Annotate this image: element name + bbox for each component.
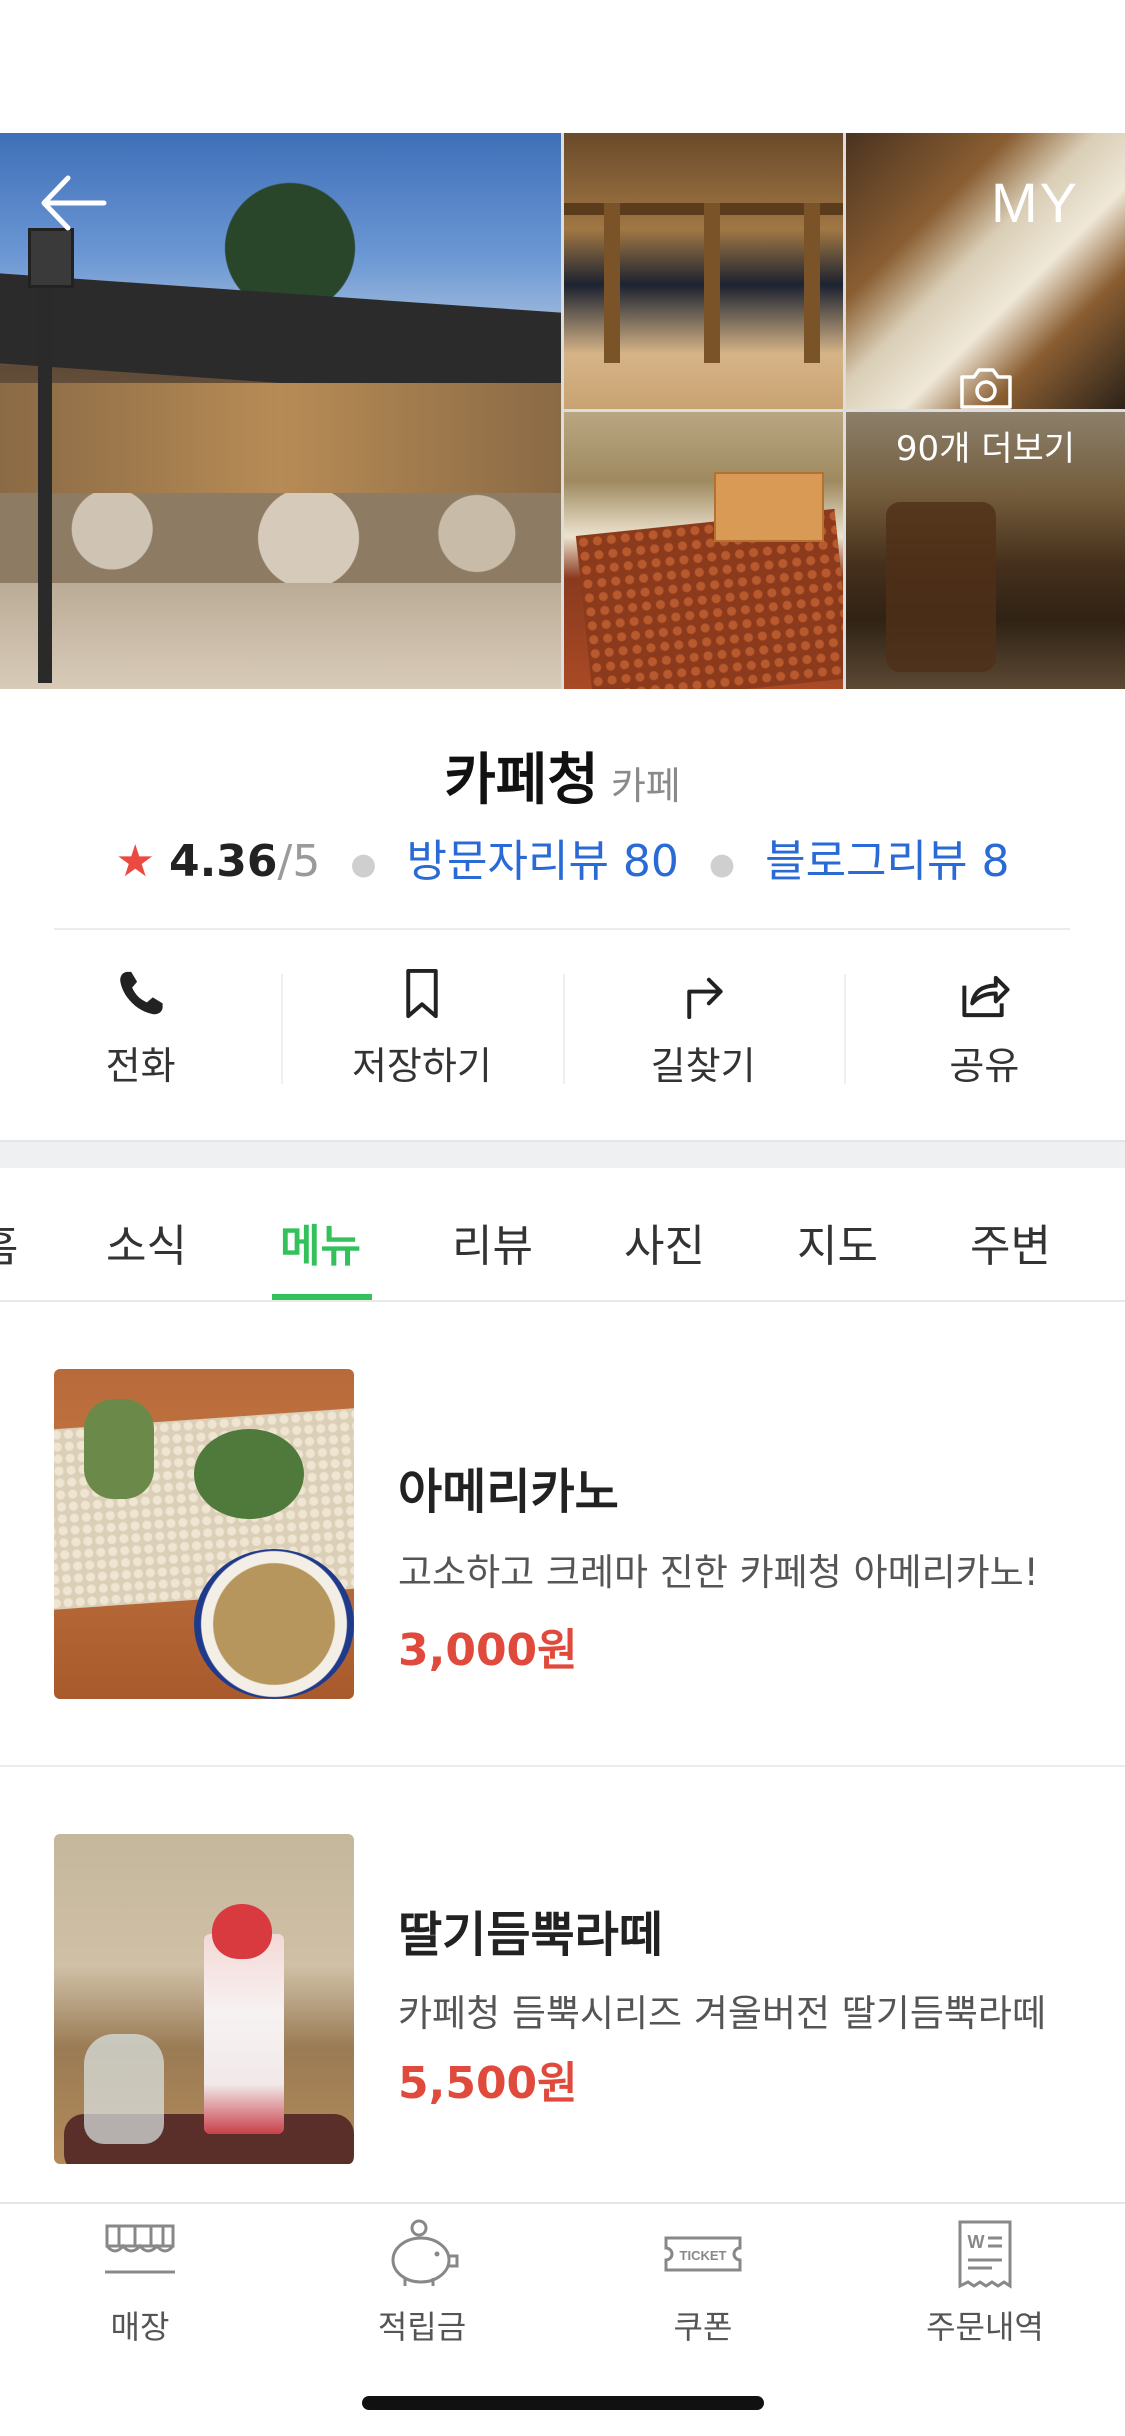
menu-item-name: 딸기듬뿍라떼 [398, 1907, 663, 1963]
nav-orders-label: 주문내역 [926, 2308, 1044, 2346]
photo-detail [714, 472, 824, 542]
menu-item[interactable]: 아메리카노 고소하고 크레마 진한 카페청 아메리카노! 3,000원 [0, 1302, 1125, 1762]
photo-detail [38, 243, 52, 683]
photo-detail [212, 1904, 272, 1959]
tab-home[interactable]: 홈 [0, 1210, 18, 1274]
tab-menu[interactable]: 메뉴 [280, 1210, 361, 1274]
photo-detail [194, 1549, 354, 1699]
tab-photos[interactable]: 사진 [624, 1210, 705, 1274]
photo-detail [84, 2034, 164, 2144]
share-icon [962, 975, 1010, 1018]
piggy-bank-icon [391, 2219, 459, 2286]
menu-item-name: 아메리카노 [398, 1464, 619, 1520]
share-label: 공유 [949, 1044, 1020, 1088]
my-button[interactable]: MY [991, 170, 1079, 235]
more-photos-button[interactable]: 90개 더보기 [846, 279, 1125, 556]
star-icon: ★ [115, 836, 155, 887]
directions-icon [687, 977, 723, 1020]
photo-detail [194, 1429, 304, 1519]
nav-store[interactable]: 매장 [30, 2216, 250, 2348]
separator-dot: ● [708, 846, 736, 882]
place-title: 카페청 카페 [0, 735, 1125, 816]
photo-detail [704, 203, 720, 363]
photo-detail [28, 228, 74, 288]
call-button[interactable]: 전화 [0, 960, 281, 1090]
directions-label: 길찾기 [650, 1044, 756, 1088]
save-button[interactable]: 저장하기 [281, 960, 562, 1090]
photo-detail [804, 203, 820, 363]
photo-thumbnail[interactable] [564, 133, 843, 409]
menu-item-photo [54, 1834, 354, 2164]
receipt-icon: W [958, 2220, 1012, 2289]
nav-store-label: 매장 [110, 2308, 170, 2346]
photo-detail [0, 493, 561, 583]
nav-orders[interactable]: W 주문내역 [875, 2216, 1095, 2348]
nav-points-label: 적립금 [377, 2308, 467, 2346]
active-tab-indicator [272, 1294, 372, 1300]
tab-map[interactable]: 지도 [797, 1210, 878, 1274]
more-photos-label: 90개 더보기 [895, 429, 1076, 469]
photo-detail [84, 1399, 154, 1499]
home-indicator[interactable] [362, 2396, 764, 2410]
place-category: 카페 [610, 764, 681, 808]
ticket-icon: TICKET [664, 2236, 742, 2272]
tab-news[interactable]: 소식 [106, 1210, 187, 1274]
rating-score: 4.36 [168, 836, 278, 887]
bookmark-icon [406, 968, 438, 1019]
store-icon [105, 2224, 175, 2274]
menu-item-price: 5,500원 [398, 2058, 578, 2109]
photo-detail [604, 203, 620, 363]
action-bar: 전화 저장하기 길찾기 공유 [0, 960, 1125, 1090]
tab-nearby[interactable]: 주변 [970, 1210, 1051, 1274]
menu-item-price: 3,000원 [398, 1625, 578, 1676]
nav-coupon-label: 쿠폰 [673, 2308, 733, 2346]
directions-button[interactable]: 길찾기 [562, 960, 844, 1090]
menu-item-description: 카페청 듬뿍시리즈 겨울버전 딸기듬뿍라떼 [398, 1992, 1047, 2035]
status-bar [0, 0, 1125, 133]
tab-reviews[interactable]: 리뷰 [452, 1210, 533, 1274]
ticket-text: TICKET [680, 2248, 727, 2263]
nav-points[interactable]: 적립금 [312, 2216, 532, 2348]
back-arrow-icon[interactable] [38, 172, 110, 234]
photo-detail [0, 383, 561, 503]
phone-icon [119, 971, 163, 1015]
photo-thumbnail[interactable] [564, 412, 843, 689]
call-label: 전화 [105, 1044, 176, 1088]
divider [54, 928, 1070, 930]
camera-icon [959, 368, 1012, 409]
menu-item-description: 고소하고 크레마 진한 카페청 아메리카노! [398, 1551, 1039, 1594]
nav-coupon[interactable]: TICKET 쿠폰 [593, 2216, 813, 2348]
section-gap [0, 1140, 1125, 1168]
visitor-reviews-link[interactable]: 방문자리뷰 80 [407, 836, 679, 887]
place-name: 카페청 [444, 748, 599, 813]
share-button[interactable]: 공유 [843, 960, 1125, 1090]
won-symbol: W [968, 2232, 985, 2252]
blog-reviews-link[interactable]: 블로그리뷰 8 [765, 836, 1009, 887]
menu-item[interactable]: 딸기듬뿍라떼 카페청 듬뿍시리즈 겨울버전 딸기듬뿍라떼 5,500원 [0, 1767, 1125, 2227]
rating-row: ★ 4.36/5 ● 방문자리뷰 80 ● 블로그리뷰 8 [0, 825, 1125, 889]
save-label: 저장하기 [351, 1044, 492, 1088]
menu-item-photo [54, 1369, 354, 1699]
rating-max: /5 [277, 836, 321, 887]
separator-dot: ● [350, 846, 377, 882]
photo-detail [204, 1934, 284, 2134]
tab-bar: 홈 소식 메뉴 리뷰 사진 지도 주변 [0, 1168, 1125, 1302]
